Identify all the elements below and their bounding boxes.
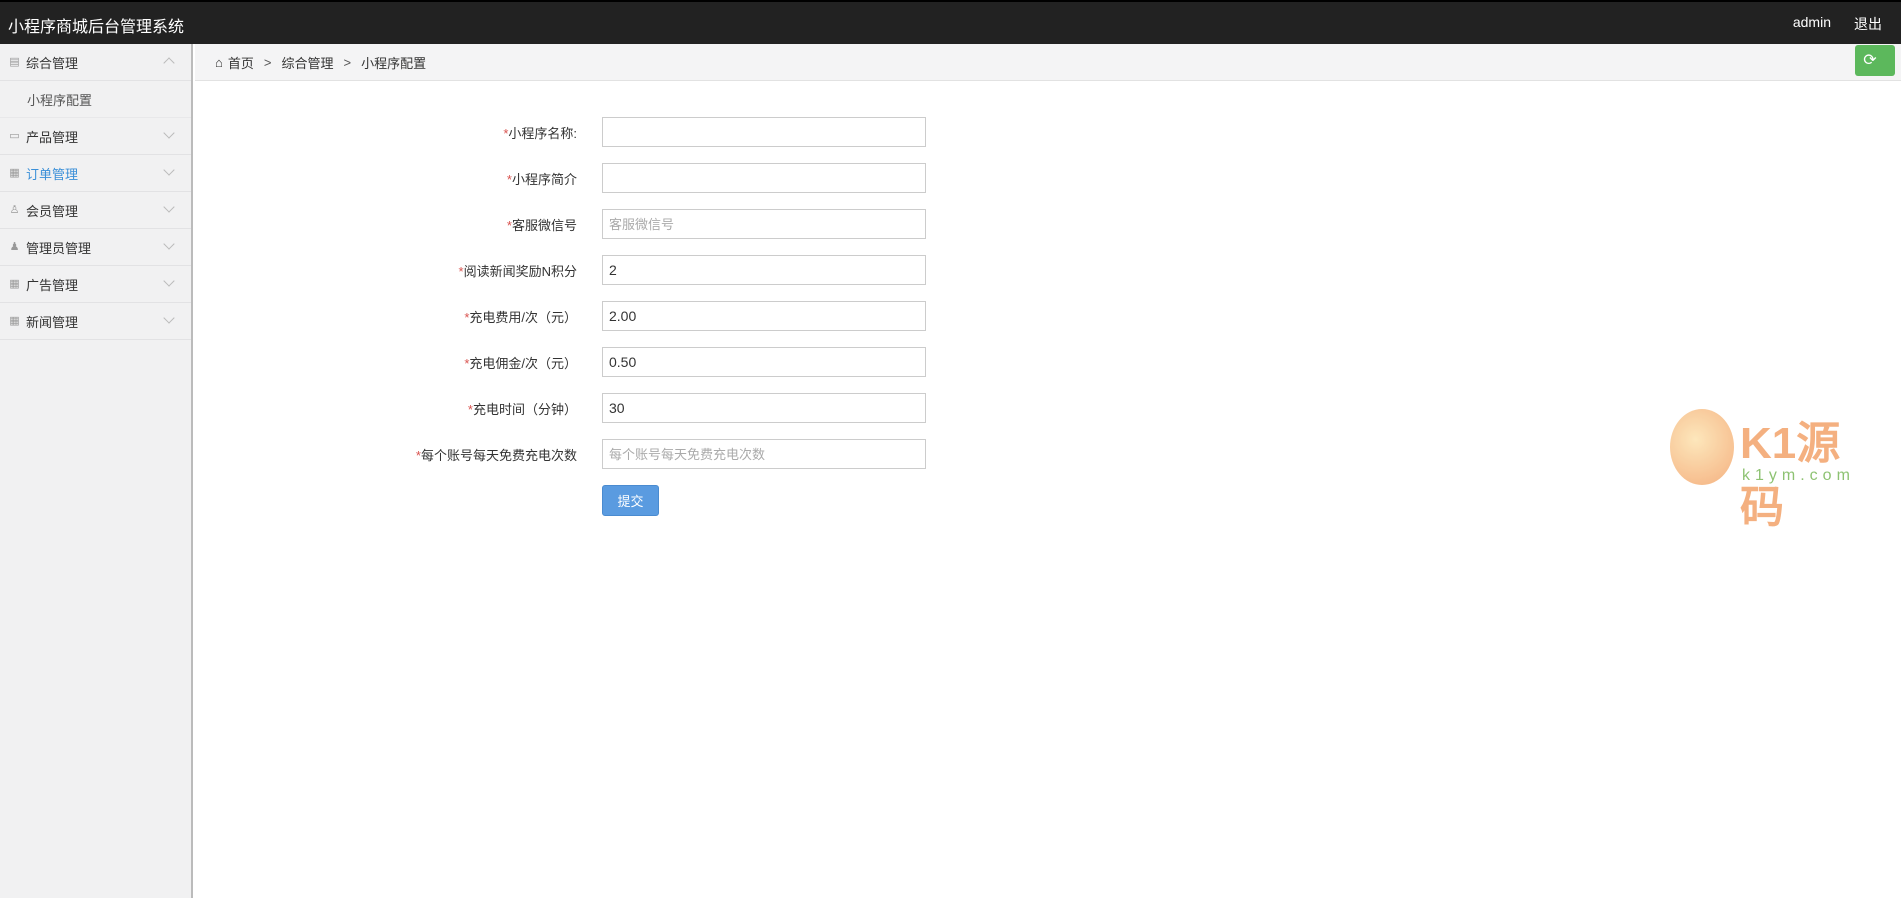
sidebar: ▤ 综合管理 小程序配置 ▭ 产品管理 ▦ 订单管理 ♙ 会员管理 ♟ 管理员管理 ▦ 广告… bbox=[0, 44, 193, 898]
chevron-down-icon bbox=[163, 275, 175, 287]
sidebar-item-news[interactable]: ▦ 新闻管理 bbox=[0, 303, 191, 340]
breadcrumb-home[interactable]: 首页 bbox=[228, 53, 254, 72]
sidebar-item-label: 订单管理 bbox=[26, 166, 79, 182]
sidebar-item-general[interactable]: ▤ 综合管理 bbox=[0, 44, 191, 81]
field-label: *充电时间（分钟） bbox=[277, 399, 577, 418]
logo-mark bbox=[1670, 409, 1734, 485]
watermark-url: k1ym.com bbox=[1742, 467, 1855, 484]
chevron-down-icon bbox=[163, 127, 175, 139]
breadcrumb-separator: > bbox=[343, 54, 352, 70]
field-label-text: 每个账号每天免费充电次数 bbox=[420, 448, 577, 463]
home-icon: ⌂ bbox=[215, 54, 223, 70]
sidebar-item-label: 新闻管理 bbox=[26, 314, 79, 330]
field-input[interactable] bbox=[602, 393, 926, 423]
field-label: *每个账号每天免费充电次数 bbox=[277, 445, 577, 464]
user-icon: ♟ bbox=[9, 240, 20, 253]
field-label-text: 小程序名称: bbox=[508, 126, 577, 141]
sidebar-subitem-miniapp-config[interactable]: 小程序配置 bbox=[0, 81, 191, 118]
top-header: 小程序商城后台管理系统 admin 退出 bbox=[0, 0, 1901, 44]
field-input[interactable] bbox=[602, 301, 926, 331]
breadcrumb-general[interactable]: 综合管理 bbox=[281, 53, 333, 72]
refresh-button[interactable]: ⟳ bbox=[1855, 45, 1895, 76]
field-label: *客服微信号 bbox=[277, 215, 577, 234]
field-label-text: 阅读新闻奖励N积分 bbox=[463, 264, 577, 279]
chevron-up-icon bbox=[163, 57, 175, 69]
chevron-down-icon bbox=[163, 201, 175, 213]
username[interactable]: admin bbox=[1793, 14, 1831, 30]
breadcrumb-current: 小程序配置 bbox=[361, 55, 427, 71]
user-outline-icon: ♙ bbox=[9, 203, 20, 216]
sidebar-item-label: 会员管理 bbox=[26, 203, 79, 219]
field-label: *小程序名称: bbox=[277, 123, 577, 142]
watermark-logo: K1源码 k1ym.com bbox=[1670, 405, 1870, 532]
breadcrumb: ⌂ 首页 > 综合管理 > 小程序配置 ⟳ bbox=[195, 44, 1901, 81]
field-input[interactable] bbox=[602, 439, 926, 469]
sidebar-item-label: 产品管理 bbox=[26, 129, 79, 145]
chevron-down-icon bbox=[163, 164, 175, 176]
table-icon: ▦ bbox=[9, 277, 20, 290]
field-label-text: 充电费用/次（元） bbox=[469, 310, 577, 325]
sidebar-item-products[interactable]: ▭ 产品管理 bbox=[0, 118, 191, 155]
field-label-text: 充电时间（分钟） bbox=[472, 402, 577, 417]
sidebar-item-orders[interactable]: ▦ 订单管理 bbox=[0, 155, 191, 192]
refresh-icon: ⟳ bbox=[1863, 52, 1877, 69]
field-label-text: 小程序简介 bbox=[511, 172, 577, 187]
field-label: *小程序简介 bbox=[277, 169, 577, 188]
field-label: *充电费用/次（元） bbox=[277, 307, 577, 326]
sidebar-item-members[interactable]: ♙ 会员管理 bbox=[0, 192, 191, 229]
sidebar-item-label: 综合管理 bbox=[26, 55, 79, 71]
sidebar-item-admins[interactable]: ♟ 管理员管理 bbox=[0, 229, 191, 266]
field-input[interactable] bbox=[602, 255, 926, 285]
chevron-down-icon bbox=[163, 312, 175, 324]
sidebar-item-label: 管理员管理 bbox=[26, 240, 92, 256]
field-input[interactable] bbox=[602, 117, 926, 147]
field-label: *充电佣金/次（元） bbox=[277, 353, 577, 372]
chevron-down-icon bbox=[163, 238, 175, 250]
field-label-text: 充电佣金/次（元） bbox=[469, 356, 577, 371]
submit-button[interactable]: 提交 bbox=[602, 485, 659, 516]
sidebar-item-ads[interactable]: ▦ 广告管理 bbox=[0, 266, 191, 303]
sidebar-item-label: 广告管理 bbox=[26, 277, 79, 293]
list-icon: ▤ bbox=[9, 55, 20, 68]
field-label-text: 客服微信号 bbox=[511, 218, 577, 233]
table-icon: ▦ bbox=[9, 166, 20, 179]
field-input[interactable] bbox=[602, 163, 926, 193]
table-icon: ▦ bbox=[9, 314, 20, 327]
image-icon: ▭ bbox=[9, 129, 20, 142]
field-input[interactable] bbox=[602, 209, 926, 239]
app-title: 小程序商城后台管理系统 bbox=[8, 19, 185, 36]
field-input[interactable] bbox=[602, 347, 926, 377]
logout-link[interactable]: 退出 bbox=[1854, 14, 1882, 34]
breadcrumb-separator: > bbox=[263, 54, 272, 70]
field-label: *阅读新闻奖励N积分 bbox=[277, 261, 577, 280]
